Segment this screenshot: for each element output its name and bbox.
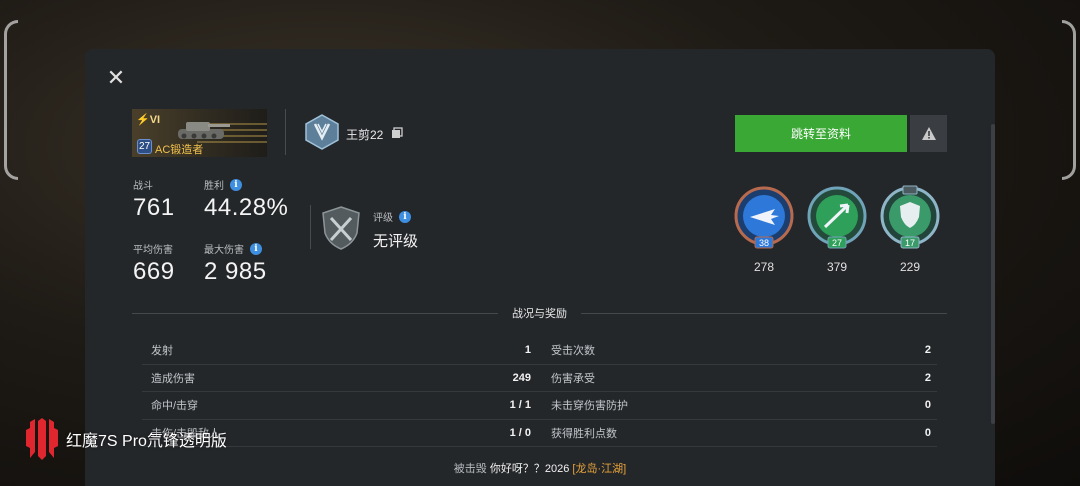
copy-icon[interactable] — [391, 127, 403, 139]
battle-stats-table: 发射 1 受击次数 2 造成伤害 249 伤害承受 2 命中/击穿 1 / 1 未击穿伤害… — [142, 337, 937, 447]
right-frame-bracket — [1062, 20, 1076, 180]
max-damage-value: 2 985 — [204, 258, 267, 285]
stat-cell: 伤害承受 2 — [542, 365, 937, 392]
avg-damage-value: 669 — [133, 258, 175, 285]
table-row: 发射 1 受击次数 2 — [142, 337, 937, 365]
table-row: 击伤/击毁敌人 1 / 0 获得胜利点数 0 — [142, 420, 937, 447]
left-frame-bracket — [4, 20, 18, 180]
section-header: 战况与奖励 — [132, 305, 947, 321]
info-icon[interactable]: i — [399, 210, 411, 223]
red-magic-logo-icon — [26, 418, 58, 460]
medal-count: 278 — [753, 260, 775, 274]
player-name: 王剪22 — [346, 128, 384, 142]
player-rank-emblem-icon — [305, 114, 339, 150]
stat-cell: 获得胜利点数 0 — [542, 420, 937, 447]
close-icon[interactable]: ✕ — [105, 67, 127, 89]
rating-label: 评级 — [373, 213, 393, 224]
section-line — [581, 312, 947, 314]
medal-shooter[interactable]: 27 379 — [806, 185, 868, 274]
tank-card[interactable]: ⚡VI 27 AC锻造者 — [132, 109, 267, 157]
rating-divider — [310, 205, 311, 249]
stat-key: 受击次数 — [551, 345, 595, 358]
plane-medal-icon: 38 — [734, 186, 794, 249]
table-row: 造成伤害 249 伤害承受 2 — [142, 365, 937, 392]
arrow-medal-icon: 27 — [807, 186, 867, 249]
stat-cell: 命中/击穿 1 / 1 — [142, 392, 537, 419]
info-icon[interactable]: i — [230, 178, 242, 191]
table-row: 命中/击穿 1 / 1 未击穿伤害防护 0 — [142, 392, 937, 420]
goto-profile-button[interactable]: 跳转至资料 — [735, 115, 907, 152]
medal-defender[interactable]: 17 229 — [879, 185, 941, 274]
stat-value: 1 — [524, 344, 531, 357]
avg-damage-stat: 平均伤害 669 — [133, 241, 175, 286]
max-damage-label: 最大伤害 — [204, 245, 244, 256]
winrate-label: 胜利 — [204, 181, 224, 192]
stat-value: 2 — [924, 371, 931, 384]
section-line — [132, 312, 498, 314]
stat-value: 0 — [924, 399, 931, 412]
winrate-stat: 胜利 i 44.28% — [204, 177, 288, 222]
device-watermark: 红魔7S Pro氘锋透明版 — [26, 418, 227, 460]
tank-name: AC锻造者 — [155, 144, 204, 156]
stat-value: 2 — [924, 344, 931, 357]
report-button[interactable] — [910, 115, 947, 152]
tank-tier: ⚡VI — [136, 114, 161, 126]
stat-key: 命中/击穿 — [151, 400, 199, 413]
watermark-text: 红魔7S Pro氘锋透明版 — [66, 433, 227, 450]
battles-stat: 战斗 761 — [133, 177, 175, 222]
stat-key: 伤害承受 — [551, 372, 595, 385]
stat-key: 未击穿伤害防护 — [551, 400, 628, 413]
rating-label-row: 评级 i — [373, 209, 411, 224]
killer-name[interactable]: 你好呀？？2026 — [490, 463, 569, 475]
stat-cell: 受击次数 2 — [542, 337, 937, 364]
medal-count: 379 — [826, 260, 848, 274]
winrate-value: 44.28% — [204, 194, 289, 221]
stat-cell: 未击穿伤害防护 0 — [542, 392, 937, 419]
avg-damage-label: 平均伤害 — [133, 245, 173, 256]
stat-value: 1 / 0 — [509, 426, 531, 439]
battles-label: 战斗 — [133, 181, 153, 192]
stat-value: 249 — [512, 371, 531, 384]
stat-key: 造成伤害 — [151, 372, 195, 385]
killer-clan[interactable]: [龙岛·江湖] — [572, 463, 626, 475]
battles-value: 761 — [133, 194, 175, 221]
stat-value: 0 — [924, 426, 931, 439]
header-divider — [285, 109, 286, 155]
shield-medal-icon: 17 — [880, 185, 940, 249]
tank-level-badge: 27 — [137, 139, 152, 154]
medal-level: 38 — [759, 238, 769, 248]
stat-value: 1 / 1 — [509, 399, 531, 412]
stat-key: 发射 — [151, 345, 173, 358]
rating-shield-icon — [322, 206, 360, 250]
medal-level: 17 — [905, 238, 915, 248]
rating-value: 无评级 — [373, 233, 419, 250]
destroyed-by-label: 被击毁 — [453, 463, 487, 475]
max-damage-stat: 最大伤害 i 2 985 — [204, 241, 267, 286]
medal-count: 229 — [899, 260, 921, 274]
destroyed-by-line: 被击毁 你好呀？？2026 [龙岛·江湖] — [85, 460, 995, 476]
stat-key: 获得胜利点数 — [551, 427, 617, 440]
tank-icon — [178, 122, 230, 139]
section-title: 战况与奖励 — [512, 308, 567, 320]
warning-icon — [921, 127, 936, 140]
stat-cell: 造成伤害 249 — [142, 365, 537, 392]
info-icon[interactable]: i — [250, 242, 262, 255]
scrollbar[interactable] — [991, 124, 995, 424]
stat-cell: 发射 1 — [142, 337, 537, 364]
medal-level: 27 — [832, 238, 842, 248]
medal-mastery[interactable]: 38 278 — [733, 185, 795, 274]
